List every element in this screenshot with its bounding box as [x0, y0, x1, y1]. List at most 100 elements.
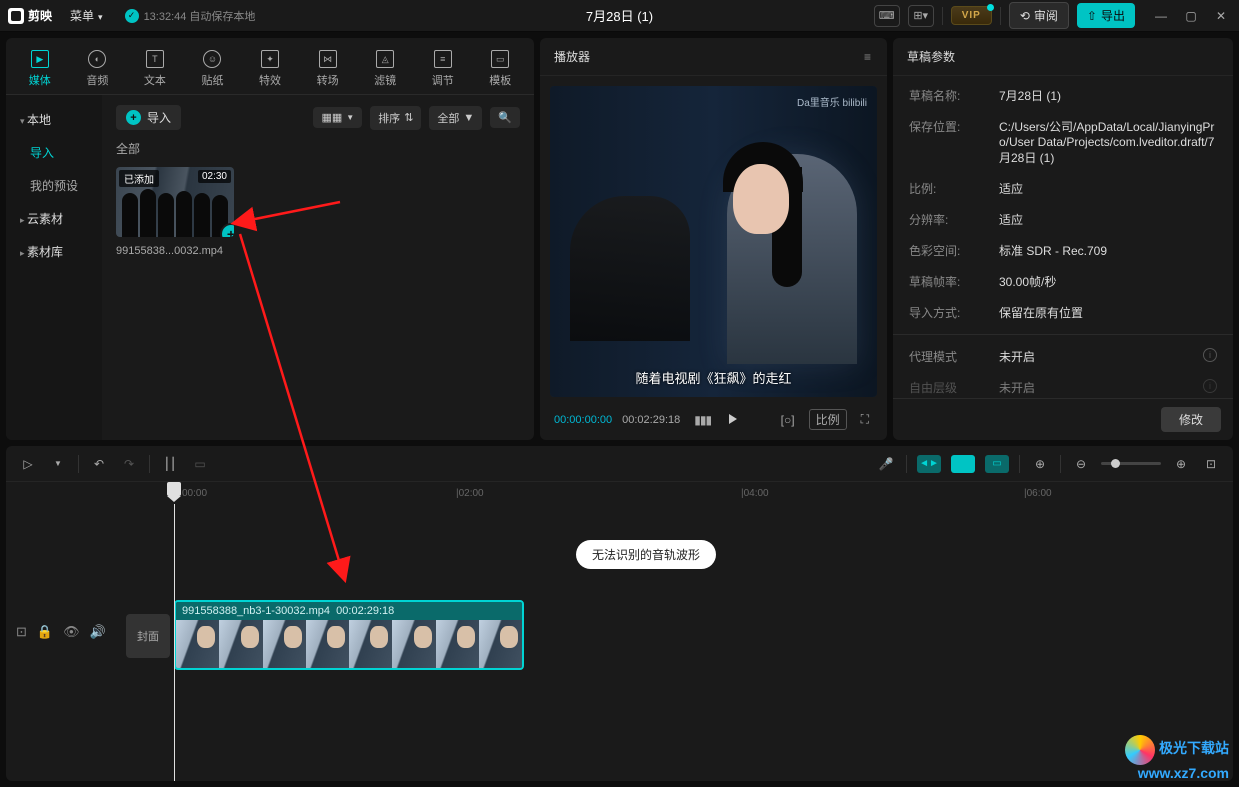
- properties-panel: 草稿参数 草稿名称:7月28日 (1) 保存位置:C:/Users/公司/App…: [893, 38, 1233, 440]
- total-time: 00:02:29:18: [622, 414, 680, 426]
- prop-value: 适应: [999, 211, 1217, 228]
- tab-adjust[interactable]: ≡调节: [415, 44, 471, 94]
- save-status: ✓ 13:32:44 自动保存本地: [125, 8, 256, 24]
- maximize-button[interactable]: ▢: [1181, 9, 1201, 23]
- check-icon: ✓: [125, 9, 139, 23]
- menu-button[interactable]: 菜单: [62, 5, 111, 26]
- filter-icon: ◬: [376, 50, 394, 68]
- zoom-out-icon[interactable]: ⊖: [1071, 457, 1091, 471]
- prop-label: 草稿名称:: [909, 87, 999, 104]
- import-button[interactable]: + 导入: [116, 105, 181, 130]
- media-main: + 导入 ▦▦▼ 排序 ⇅ 全部 ▼ 🔍 全部: [102, 95, 534, 440]
- app-logo: 剪映: [8, 7, 52, 24]
- player-panel: 播放器 ≡ Da里音乐 bilibili 随着电视剧《狂飙》的走红 00:00:…: [540, 38, 887, 440]
- keyboard-icon[interactable]: ⌨: [874, 5, 900, 27]
- fit-icon[interactable]: ⊡: [1201, 457, 1221, 471]
- playhead-line[interactable]: [174, 504, 175, 781]
- tab-effects[interactable]: ✦特效: [242, 44, 298, 94]
- lock-icon[interactable]: 🔒: [37, 624, 53, 640]
- separator: [942, 7, 943, 25]
- separator: [78, 455, 79, 473]
- tab-sticker[interactable]: ☺贴纸: [185, 44, 241, 94]
- focus-icon[interactable]: [○]: [777, 411, 799, 429]
- delete-tool[interactable]: ▭: [190, 457, 210, 471]
- zoom-slider[interactable]: [1101, 462, 1161, 465]
- media-icon: ▶: [31, 50, 49, 68]
- media-panel: ▶媒体 ◐音频 T文本 ☺贴纸 ✦特效 ⋈转场 ◬ 滤镜 ≡调节 ▭模板 本地 导…: [6, 38, 534, 440]
- filter-all-button[interactable]: 全部 ▼: [429, 106, 482, 130]
- tab-audio[interactable]: ◐音频: [70, 44, 126, 94]
- play-button[interactable]: [725, 411, 741, 429]
- review-button[interactable]: ⟲ 审阅: [1009, 2, 1069, 29]
- tab-template[interactable]: ▭模板: [473, 44, 529, 94]
- search-button[interactable]: 🔍: [490, 107, 520, 128]
- player-menu-icon[interactable]: ≡: [864, 50, 873, 64]
- tool-dropdown[interactable]: ▼: [48, 459, 68, 468]
- video-clip[interactable]: 991558388_nb3-1-30032.mp4 00:02:29:18: [174, 600, 524, 670]
- vip-badge[interactable]: VIP: [951, 6, 992, 25]
- bars-icon[interactable]: ▮▮▮: [690, 411, 715, 429]
- tab-filter[interactable]: ◬ 滤镜: [357, 44, 413, 94]
- close-button[interactable]: ✕: [1211, 9, 1231, 23]
- info-icon[interactable]: i: [1203, 379, 1217, 393]
- prop-value: 适应: [999, 180, 1217, 197]
- sidebar-import[interactable]: 导入: [6, 136, 102, 169]
- sidebar-cloud[interactable]: 云素材: [6, 202, 102, 235]
- align-icon[interactable]: ⊕: [1030, 457, 1050, 471]
- cover-button[interactable]: 封面: [126, 614, 170, 658]
- media-sidebar: 本地 导入 我的预设 云素材 素材库: [6, 95, 102, 440]
- tab-text[interactable]: T文本: [127, 44, 183, 94]
- props-header: 草稿参数: [893, 38, 1233, 76]
- pointer-tool[interactable]: ▷: [18, 457, 38, 471]
- upper-panels: ▶媒体 ◐音频 T文本 ☺贴纸 ✦特效 ⋈转场 ◬ 滤镜 ≡调节 ▭模板 本地 导…: [0, 32, 1239, 446]
- timeline-body[interactable]: 无法识别的音轨波形 ⊡ 🔒 👁 🔊 封面 991558388_nb3-1-300…: [6, 504, 1233, 781]
- redo-button[interactable]: ↷: [119, 457, 139, 471]
- tab-label: 滤镜: [374, 72, 396, 88]
- separator: [1019, 455, 1020, 473]
- player-controls: 00:00:00:00 00:02:29:18 ▮▮▮ [○] 比例 ⛶: [540, 403, 887, 440]
- tab-media[interactable]: ▶媒体: [12, 44, 68, 94]
- visibility-icon[interactable]: 👁: [63, 624, 80, 640]
- media-grid: 已添加 02:30 + 99155838...0032.mp4: [116, 167, 520, 257]
- category-tabs: ▶媒体 ◐音频 T文本 ☺贴纸 ✦特效 ⋈转场 ◬ 滤镜 ≡调节 ▭模板: [6, 38, 534, 95]
- media-thumbnail[interactable]: 已添加 02:30 +: [116, 167, 234, 237]
- sidebar-presets[interactable]: 我的预设: [6, 169, 102, 202]
- zoom-in-icon[interactable]: ⊕: [1171, 457, 1191, 471]
- mic-icon[interactable]: 🎤: [876, 457, 896, 471]
- tab-label: 音频: [86, 72, 108, 88]
- media-item[interactable]: 已添加 02:30 + 99155838...0032.mp4: [116, 167, 234, 257]
- ratio-button[interactable]: 比例: [809, 409, 847, 430]
- layout-icon[interactable]: ⊞▾: [908, 5, 934, 27]
- prop-label: 色彩空间:: [909, 242, 999, 259]
- sidebar-library[interactable]: 素材库: [6, 235, 102, 268]
- timeline-ruler[interactable]: 00:00 |02:00 |04:00 |06:00: [6, 482, 1233, 504]
- grid-icon: ▦▦: [321, 111, 342, 124]
- fullscreen-icon[interactable]: ⛶: [857, 410, 873, 429]
- section-all: 全部: [116, 140, 520, 157]
- split-tool[interactable]: ⎮⎮: [160, 457, 180, 471]
- ruler-tick: |02:00: [456, 488, 484, 499]
- minimize-button[interactable]: —: [1151, 9, 1171, 23]
- info-icon[interactable]: i: [1203, 348, 1217, 362]
- view-toggle[interactable]: ▦▦▼: [313, 107, 362, 128]
- sort-button[interactable]: 排序 ⇅: [370, 106, 421, 130]
- separator: [1000, 7, 1001, 25]
- snap-toggle-3[interactable]: ▭: [985, 455, 1009, 473]
- snap-toggle-1[interactable]: ◄►: [917, 455, 941, 473]
- export-icon: ⇧: [1087, 9, 1097, 23]
- prop-value: 保留在原有位置: [999, 304, 1217, 321]
- tab-transition[interactable]: ⋈转场: [300, 44, 356, 94]
- undo-button[interactable]: ↶: [89, 457, 109, 471]
- edit-button[interactable]: 修改: [1161, 407, 1221, 432]
- timeline-panel: ▷ ▼ ↶ ↷ ⎮⎮ ▭ 🎤 ◄► ▭ ⊕ ⊖ ⊕ ⊡ 00:00 |02:00…: [6, 446, 1233, 781]
- video-watermark: Da里音乐 bilibili: [797, 94, 867, 109]
- tab-label: 贴纸: [201, 72, 223, 88]
- export-button[interactable]: ⇧ 导出: [1077, 3, 1135, 28]
- review-icon: ⟲: [1020, 9, 1030, 23]
- sidebar-local[interactable]: 本地: [6, 103, 102, 136]
- collapse-icon[interactable]: ⊡: [16, 624, 27, 640]
- snap-toggle-2[interactable]: [951, 455, 975, 473]
- player-viewport[interactable]: Da里音乐 bilibili 随着电视剧《狂飙》的走红: [550, 86, 877, 397]
- playhead-handle[interactable]: [167, 482, 181, 502]
- mute-icon[interactable]: 🔊: [90, 624, 106, 640]
